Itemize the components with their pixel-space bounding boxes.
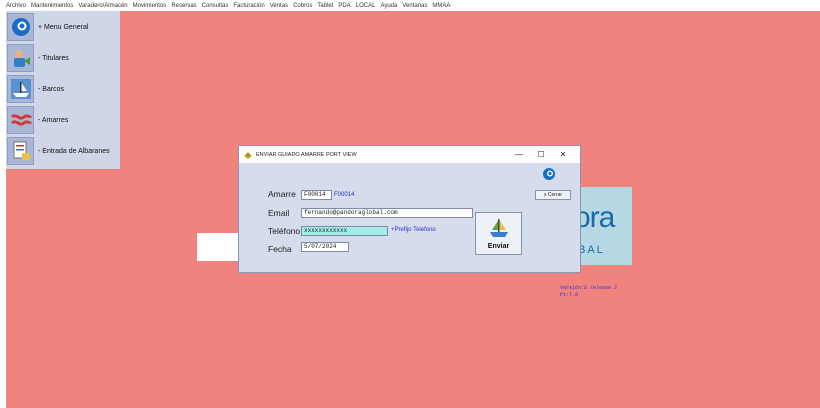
- sidebar-item-label: - Barcos: [38, 85, 65, 93]
- mooring-icon: [7, 106, 34, 134]
- telefono-field[interactable]: xxxxxxxxxxxx: [301, 226, 388, 236]
- menu-ventas[interactable]: Ventas: [270, 3, 288, 9]
- menu-mmaa[interactable]: MMAA: [432, 3, 450, 9]
- sidebar-item-label: - Entrada de Albaranes: [38, 147, 110, 155]
- menu-varadero-almacen[interactable]: Varadero/Almacén: [78, 3, 127, 9]
- background-logo-subtext: BAL: [578, 244, 605, 256]
- minimize-button[interactable]: —: [508, 146, 530, 163]
- menu-pda[interactable]: PDA: [338, 3, 350, 9]
- menu-ventanas[interactable]: Ventanas: [402, 3, 427, 9]
- version-line: Versión:8 release 2: [560, 285, 618, 291]
- menu-movimientos[interactable]: Movimientos: [133, 3, 167, 9]
- enviar-button-label: Enviar: [487, 243, 510, 250]
- background-logo: ora BAL: [572, 187, 632, 265]
- amarre-label: Amarre: [268, 189, 296, 199]
- menu-archivo[interactable]: Archivo: [6, 3, 26, 9]
- delivery-note-icon: [7, 137, 34, 165]
- email-label: Email: [268, 208, 290, 218]
- menu-tablet[interactable]: Tablet: [317, 3, 333, 9]
- email-field[interactable]: fernando@pandoraglobal.com: [301, 208, 473, 218]
- background-window-fragment: [197, 233, 240, 261]
- close-button[interactable]: ✕: [552, 146, 574, 163]
- enviar-button[interactable]: Enviar: [475, 212, 522, 255]
- pandora-logo-icon: [7, 13, 34, 41]
- app-window-icon: [243, 150, 253, 160]
- maximize-button[interactable]: ☐: [530, 146, 552, 163]
- menu-consultas[interactable]: Consultas: [202, 3, 229, 9]
- sidebar-item-titulares[interactable]: - Titulares: [6, 43, 120, 73]
- menu-facturacion[interactable]: Facturación: [233, 3, 264, 9]
- sidebar-item-barcos[interactable]: - Barcos: [6, 74, 120, 104]
- enviar-guiado-dialog: ENVIAR GUIADO AMARRE PORT VIEW — ☐ ✕ Ama…: [238, 145, 581, 273]
- boat-icon: [7, 75, 34, 103]
- prefijo-telefono-link[interactable]: +Prefijo Telefono: [391, 227, 436, 233]
- send-boat-icon: [488, 216, 510, 240]
- menu-mantenimientos[interactable]: Mantenimientos: [31, 3, 73, 9]
- owner-icon: [7, 44, 34, 72]
- version-info: Versión:8 release 2 Pt:7.0: [560, 285, 617, 299]
- sidebar-item-entrada-albaranes[interactable]: - Entrada de Albaranes: [6, 136, 120, 166]
- cerrar-button[interactable]: x Cerrar: [535, 190, 571, 200]
- dialog-titlebar[interactable]: ENVIAR GUIADO AMARRE PORT VIEW — ☐ ✕: [239, 146, 580, 163]
- menu-local[interactable]: LOCAL: [356, 3, 376, 9]
- menu-cobros[interactable]: Cobros: [293, 3, 312, 9]
- menu-reservas[interactable]: Reservas: [171, 3, 196, 9]
- menu-bar: Archivo Mantenimientos Varadero/Almacén …: [0, 0, 820, 11]
- fecha-field[interactable]: 5/07/2024: [301, 242, 349, 252]
- sidebar-item-menu-general[interactable]: + Menu General: [6, 12, 120, 42]
- sidebar-item-label: - Titulares: [38, 54, 69, 62]
- pandora-logo-icon: [542, 167, 556, 181]
- amarre-field[interactable]: F00014: [301, 190, 332, 200]
- sidebar-item-label: - Amarres: [38, 116, 69, 124]
- telefono-label: Teléfono: [268, 226, 301, 236]
- menu-ayuda[interactable]: Ayuda: [380, 3, 397, 9]
- sidebar-item-amarres[interactable]: - Amarres: [6, 105, 120, 135]
- amarre-description: F00014: [334, 192, 355, 198]
- sidebar-item-label: + Menu General: [38, 23, 89, 31]
- fecha-label: Fecha: [268, 244, 292, 254]
- dialog-title: ENVIAR GUIADO AMARRE PORT VIEW: [256, 151, 357, 158]
- version-pt-line: Pt:7.0: [560, 292, 579, 298]
- sidebar: + Menu General - Titulares - Barcos - Am…: [6, 11, 120, 169]
